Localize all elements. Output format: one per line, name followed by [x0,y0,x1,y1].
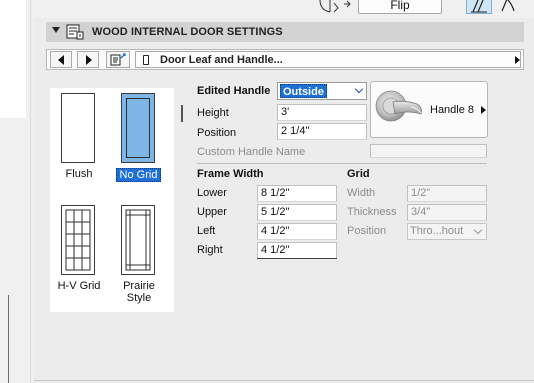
panel-bottom-border [34,380,534,381]
chevron-right-icon [86,55,92,65]
grid-width-field: 1/2" [407,185,487,202]
left-scroll-line [8,295,9,383]
door-leaf-icon [143,55,149,65]
edited-handle-select[interactable]: Outside [277,82,367,100]
style-label-no-grid[interactable]: No Grid [116,168,161,182]
page-list-button[interactable] [106,51,130,68]
frame-upper-field[interactable]: 5 1/2" [257,204,337,221]
frame-width-title: Frame Width [197,168,264,180]
door-swing-icon[interactable] [314,0,352,14]
style-thumb-no-grid[interactable] [121,93,155,163]
grid-position-select: Thro...hout [407,223,487,240]
next-page-button[interactable] [77,51,99,68]
plan-view-icon[interactable] [466,0,492,14]
frame-lower-label: Lower [197,187,227,199]
panel-splitter[interactable] [181,105,183,122]
style-thumb-prairie[interactable] [121,205,155,275]
chevron-right-icon[interactable] [515,56,520,64]
door-handle-icon [375,90,422,122]
handle-picker-label: Handle 8 [430,104,475,116]
page-selector-label: Door Leaf and Handle... [160,54,283,66]
handle-picker-button[interactable]: Handle 8 [370,81,488,138]
section-divider [197,163,487,164]
section-view-icon[interactable] [496,0,522,14]
prev-page-button[interactable] [50,51,72,68]
height-label: Height [197,107,229,119]
style-label-hv-grid[interactable]: H-V Grid [51,280,107,292]
style-thumb-hv-grid[interactable] [61,205,95,275]
style-label-flush[interactable]: Flush [51,168,107,180]
frame-upper-label: Upper [197,206,227,218]
style-label-prairie-line1: Prairie [123,280,155,292]
frame-lower-field[interactable]: 8 1/2" [257,185,337,202]
flip-button[interactable]: Flip [358,0,442,14]
position-label: Position [197,127,237,139]
style-thumb-flush[interactable] [61,93,95,163]
chevron-down-icon [473,225,483,235]
frame-left-label: Left [197,225,216,237]
frame-right-label: Right [197,244,223,256]
chevron-left-icon [58,55,64,65]
frame-right-field[interactable]: 4 1/2" [257,242,337,259]
grid-position-value: Thro...hout [410,225,464,237]
edited-handle-value: Outside [280,84,327,98]
field-underline [257,258,337,259]
grid-position-label: Position [347,225,387,237]
edited-handle-label: Edited Handle [197,85,271,97]
style-label-prairie-line2: Style [126,292,152,304]
grid-title: Grid [347,168,370,180]
chevron-down-icon [354,84,364,94]
grid-style-picker: Flush No Grid H-V Grid Prairie Style [50,88,174,312]
left-separator [30,0,31,383]
grid-thickness-label: Thickness [347,206,397,218]
position-field[interactable]: 2 1/4" [277,123,367,140]
custom-handle-name-field [370,144,487,158]
panel-title: WOOD INTERNAL DOOR SETTINGS [92,26,283,38]
frame-left-field[interactable]: 4 1/2" [257,223,337,240]
chevron-right-icon [481,106,486,114]
grid-thickness-field: 3/4" [407,204,487,221]
left-canvas-area [0,0,26,118]
custom-handle-name-label: Custom Handle Name [197,146,306,158]
door-settings-icon [66,24,84,40]
grid-width-label: Width [347,187,376,199]
style-label-prairie[interactable]: Prairie Style [111,280,167,304]
page-list-icon [110,53,126,66]
height-field[interactable]: 3' [277,104,367,121]
chevron-down-icon[interactable] [52,27,60,33]
